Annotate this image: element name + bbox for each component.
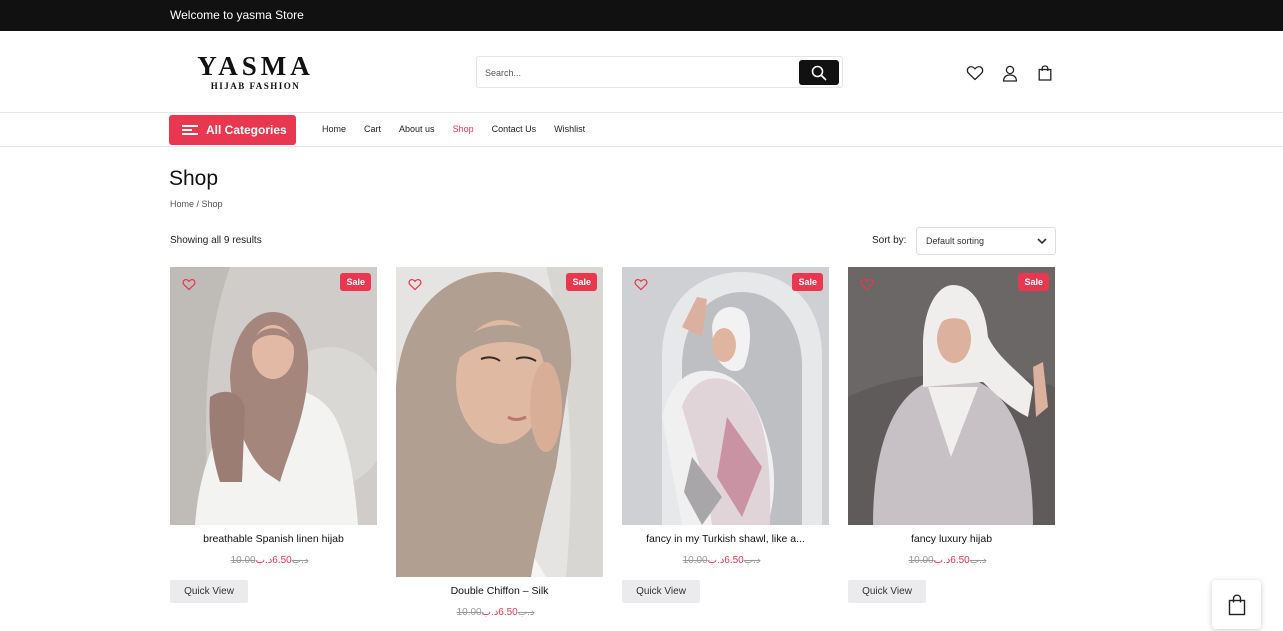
nav-link-home[interactable]: Home bbox=[322, 124, 346, 134]
bag-icon bbox=[1228, 593, 1245, 615]
top-bar: Welcome to yasma Store bbox=[0, 0, 1283, 31]
welcome-text: Welcome to yasma Store bbox=[170, 8, 304, 22]
add-to-wishlist-button[interactable] bbox=[182, 278, 196, 292]
product-image[interactable]: Sale bbox=[848, 267, 1055, 525]
sale-price: 6.50د.ب bbox=[481, 607, 518, 618]
account-button[interactable] bbox=[1000, 63, 1020, 83]
logo-wordmark: YASMA bbox=[197, 51, 314, 81]
site-logo[interactable]: YASMA HIJAB FASHION bbox=[178, 51, 333, 92]
add-to-wishlist-button[interactable] bbox=[408, 278, 422, 292]
product-price: 10.00د.ب6.50د.ب bbox=[396, 607, 603, 618]
chevron-down-icon bbox=[1037, 238, 1047, 245]
sort-select[interactable]: Default sorting bbox=[916, 227, 1056, 255]
heart-icon bbox=[966, 66, 984, 81]
search-icon bbox=[811, 65, 827, 80]
product-image[interactable]: Sale bbox=[396, 267, 603, 577]
heart-icon bbox=[860, 279, 874, 291]
product-image[interactable]: Sale bbox=[170, 267, 377, 525]
page-title: Shop bbox=[169, 167, 219, 190]
sale-badge: Sale bbox=[792, 273, 823, 291]
results-count: Showing all 9 results bbox=[170, 235, 262, 246]
nav-link-about[interactable]: About us bbox=[399, 124, 435, 134]
heart-icon bbox=[634, 279, 648, 291]
nav-links: Home Cart About us Shop Contact Us Wishl… bbox=[322, 124, 603, 134]
add-to-wishlist-button[interactable] bbox=[634, 278, 648, 292]
heart-icon bbox=[408, 279, 422, 291]
all-categories-button[interactable]: All Categories bbox=[169, 115, 296, 145]
logo-tagline: HIJAB FASHION bbox=[210, 81, 301, 91]
quick-view-button[interactable]: Quick View bbox=[622, 580, 700, 603]
quick-view-button[interactable]: Quick View bbox=[848, 580, 926, 603]
nav-link-wishlist[interactable]: Wishlist bbox=[554, 124, 585, 134]
product-name[interactable]: breathable Spanish linen hijab bbox=[170, 533, 377, 545]
quick-view-button[interactable]: Quick View bbox=[170, 580, 248, 603]
menu-icon bbox=[182, 125, 198, 135]
nav-link-contact[interactable]: Contact Us bbox=[492, 124, 537, 134]
nav-link-shop[interactable]: Shop bbox=[453, 124, 474, 134]
cart-button[interactable] bbox=[1035, 63, 1055, 83]
sale-badge: Sale bbox=[566, 273, 597, 291]
product-price: 10.00د.ب6.50د.ب bbox=[848, 555, 1055, 566]
nav-link-cart[interactable]: Cart bbox=[364, 124, 381, 134]
breadcrumb: Home / Shop bbox=[170, 199, 223, 209]
sale-badge: Sale bbox=[340, 273, 371, 291]
sale-price: 6.50د.ب bbox=[707, 555, 744, 566]
add-to-wishlist-button[interactable] bbox=[860, 278, 874, 292]
search-bar bbox=[476, 56, 843, 88]
floating-cart-button[interactable] bbox=[1212, 580, 1261, 629]
sort-label: Sort by: bbox=[872, 235, 907, 246]
header: YASMA HIJAB FASHION bbox=[0, 31, 1283, 113]
sale-badge: Sale bbox=[1018, 273, 1049, 291]
bag-icon bbox=[1038, 65, 1052, 81]
product-name[interactable]: fancy luxury hijab bbox=[848, 533, 1055, 545]
wishlist-button[interactable] bbox=[965, 63, 985, 83]
user-icon bbox=[1002, 65, 1018, 82]
product-image[interactable]: Sale bbox=[622, 267, 829, 525]
all-categories-label: All Categories bbox=[206, 123, 287, 137]
heart-icon bbox=[182, 279, 196, 291]
product-price: 10.00د.ب6.50د.ب bbox=[170, 555, 377, 566]
product-name[interactable]: fancy in my Turkish shawl, like a... bbox=[622, 533, 829, 545]
product-name[interactable]: Double Chiffon – Silk bbox=[396, 585, 603, 597]
search-input[interactable] bbox=[485, 65, 785, 81]
breadcrumb-separator: / bbox=[194, 199, 202, 209]
breadcrumb-current: Shop bbox=[201, 199, 223, 209]
breadcrumb-home[interactable]: Home bbox=[170, 199, 194, 209]
sale-price: 6.50د.ب bbox=[255, 555, 292, 566]
sale-price: 6.50د.ب bbox=[933, 555, 970, 566]
main-nav: All Categories Home Cart About us Shop C… bbox=[0, 113, 1283, 147]
search-button[interactable] bbox=[799, 60, 839, 85]
sort-value: Default sorting bbox=[926, 236, 985, 246]
product-price: 10.00د.ب6.50د.ب bbox=[622, 555, 829, 566]
